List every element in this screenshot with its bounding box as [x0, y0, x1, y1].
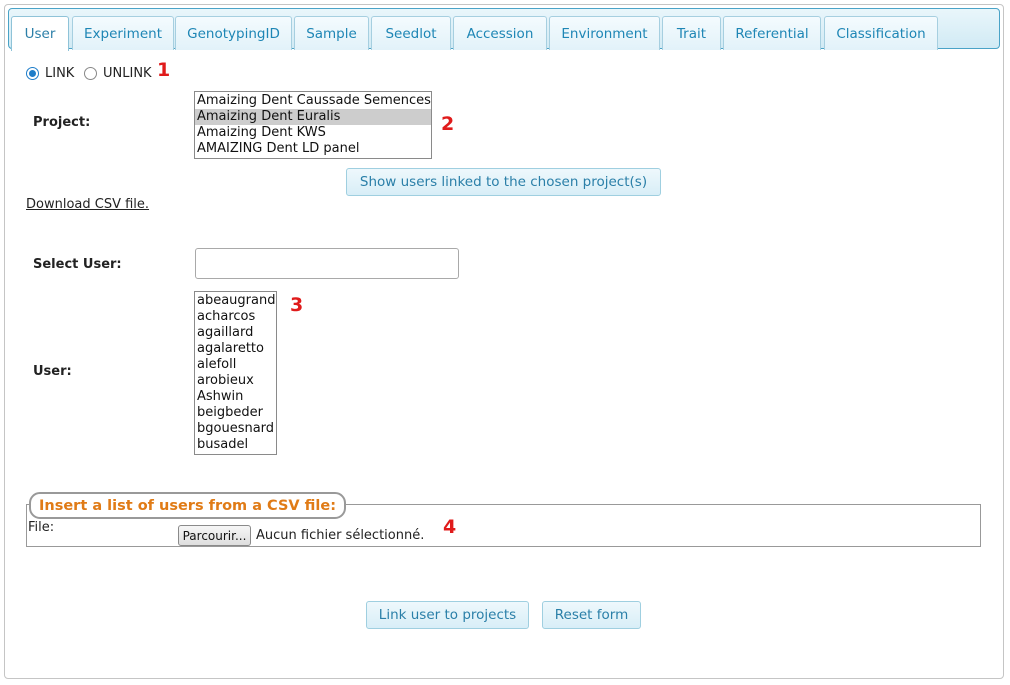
annotation-3: 3: [290, 294, 304, 316]
user-option[interactable]: busadel: [195, 437, 276, 453]
select-user-input[interactable]: [195, 248, 459, 279]
project-label: Project:: [33, 115, 91, 130]
tab-user[interactable]: User: [11, 16, 69, 51]
annotation-4: 4: [443, 516, 457, 538]
user-option[interactable]: agaillard: [195, 325, 276, 341]
user-option[interactable]: agalaretto: [195, 341, 276, 357]
unlink-radio-label: UNLINK: [103, 66, 152, 81]
project-option-selected[interactable]: Amaizing Dent Euralis: [195, 109, 431, 125]
tab-genotypingid[interactable]: GenotypingID: [175, 16, 292, 50]
tab-trait[interactable]: Trait: [662, 16, 721, 50]
tab-seedlot[interactable]: Seedlot: [371, 16, 451, 50]
project-option[interactable]: AMAIZING Dent LD panel: [195, 141, 431, 157]
user-option[interactable]: acharcos: [195, 309, 276, 325]
main-panel: [4, 4, 1004, 679]
user-listbox[interactable]: abeaugrand acharcos agaillard agalaretto…: [194, 291, 277, 455]
tab-referential[interactable]: Referential: [723, 16, 821, 50]
link-user-to-projects-button[interactable]: Link user to projects: [366, 601, 529, 629]
select-user-label: Select User:: [33, 257, 122, 272]
tab-bar: User Experiment GenotypingID Sample Seed…: [8, 8, 1000, 51]
browse-button[interactable]: Parcourir...: [178, 525, 251, 546]
annotation-1: 1: [157, 59, 171, 81]
reset-form-button[interactable]: Reset form: [542, 601, 641, 629]
file-label: File:: [28, 520, 55, 535]
tab-sample[interactable]: Sample: [294, 16, 369, 50]
link-radio[interactable]: [26, 67, 39, 80]
no-file-text: Aucun fichier sélectionné.: [256, 528, 425, 543]
user-label: User:: [33, 364, 72, 379]
user-option[interactable]: Ashwin: [195, 389, 276, 405]
user-option[interactable]: beigbeder: [195, 405, 276, 421]
link-radio-label: LINK: [45, 66, 75, 81]
user-option[interactable]: alefoll: [195, 357, 276, 373]
annotation-2: 2: [441, 113, 455, 135]
tab-environment[interactable]: Environment: [549, 16, 660, 50]
user-option[interactable]: bgouesnard: [195, 421, 276, 437]
csv-upload-legend: Insert a list of users from a CSV file:: [29, 492, 347, 519]
user-option[interactable]: abeaugrand: [195, 293, 276, 309]
download-csv-link[interactable]: Download CSV file.: [26, 197, 149, 212]
tab-experiment[interactable]: Experiment: [72, 16, 174, 50]
unlink-radio[interactable]: [84, 67, 97, 80]
project-option[interactable]: Amaizing Dent KWS: [195, 125, 431, 141]
project-option[interactable]: Amaizing Dent Caussade Semences: [195, 93, 431, 109]
user-option[interactable]: arobieux: [195, 373, 276, 389]
show-users-button[interactable]: Show users linked to the chosen project(…: [346, 168, 661, 196]
tab-accession[interactable]: Accession: [453, 16, 547, 50]
project-listbox[interactable]: Amaizing Dent Caussade Semences Amaizing…: [194, 91, 432, 159]
tab-classification[interactable]: Classification: [824, 16, 938, 50]
